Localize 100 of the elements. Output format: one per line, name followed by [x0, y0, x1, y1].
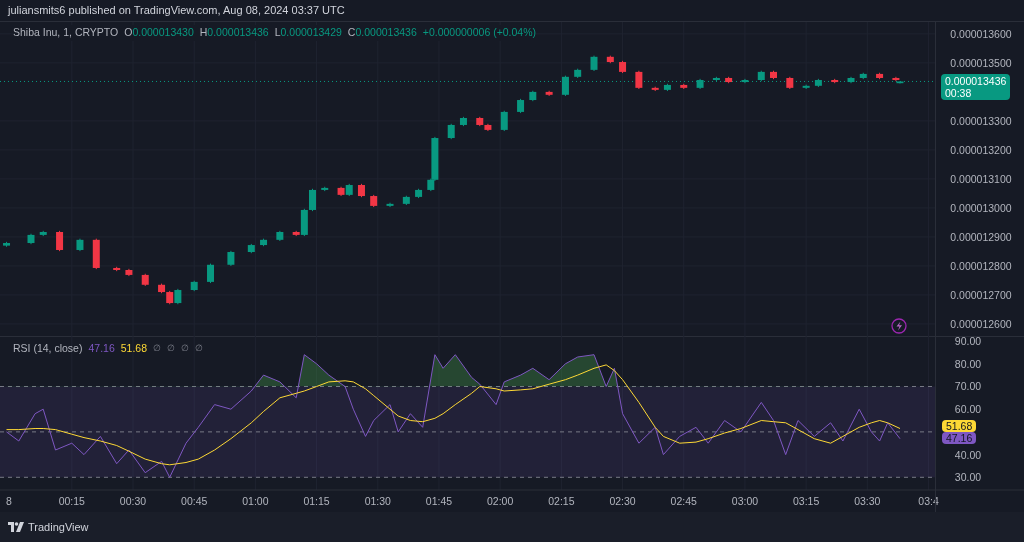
- time-axis-label: 02:00: [487, 495, 514, 507]
- rsi-value: 47.16: [88, 341, 115, 356]
- change-value: +0.000000006 (+0.04%): [422, 25, 537, 40]
- time-axis-label: 00:45: [181, 495, 208, 507]
- candlestick: [635, 70, 643, 90]
- empty-value-symbol: ∅: [167, 342, 175, 356]
- ohlc-value: 0.000013429: [280, 25, 342, 40]
- empty-value-symbol: ∅: [181, 342, 189, 356]
- candlestick: [725, 76, 733, 84]
- rsi-axis-label: 70.00: [954, 380, 982, 393]
- price-axis-label: 0.000013500: [950, 56, 1012, 69]
- rsi-axis-label: 40.00: [954, 448, 982, 461]
- candlestick: [260, 238, 268, 247]
- candlestick: [113, 266, 121, 272]
- candlestick: [447, 123, 455, 140]
- candlestick: [663, 83, 671, 92]
- candlestick: [561, 75, 569, 97]
- candlestick: [125, 268, 133, 277]
- brand-logo-icon: [8, 522, 24, 532]
- candlestick: [696, 78, 704, 90]
- candlestick: [321, 186, 329, 192]
- symbol-label: Shiba Inu, 1, CRYPTO: [13, 25, 119, 40]
- candlestick: [415, 188, 423, 199]
- time-axis-label: 02:30: [609, 495, 636, 507]
- time-axis-label: 03:4: [918, 495, 939, 507]
- candlestick: [590, 55, 598, 72]
- time-axis-label: 02:45: [670, 495, 697, 507]
- rsi-axis-label: 60.00: [954, 403, 982, 416]
- candlestick: [574, 68, 582, 79]
- candlestick: [370, 194, 378, 208]
- candlestick: [92, 238, 100, 270]
- lightning-icon: [891, 318, 907, 334]
- empty-value-symbol: ∅: [195, 342, 203, 356]
- candlestick: [190, 280, 198, 292]
- candlestick: [276, 230, 284, 242]
- candlestick: [357, 183, 365, 198]
- time-axis-label: 00:15: [58, 495, 85, 507]
- candlestick: [141, 273, 149, 287]
- candlestick: [545, 90, 553, 97]
- time-axis-label: 01:00: [242, 495, 269, 507]
- time-axis-label: 03:30: [854, 495, 881, 507]
- candlestick: [76, 238, 84, 252]
- candlestick: [619, 60, 627, 74]
- price-axis-label: 0.000013600: [950, 27, 1012, 40]
- candlestick: [712, 76, 720, 82]
- time-axis-label: 03:15: [793, 495, 820, 507]
- price-label: 0.000013436: [945, 75, 1007, 88]
- price-axis-label: 0.000012600: [950, 317, 1012, 330]
- rsi-title: RSI (14, close): [13, 341, 83, 356]
- date-label: 8: [6, 495, 12, 507]
- ohlc-key: H: [199, 25, 208, 41]
- time-axis-label: 01:45: [425, 495, 453, 507]
- time-axis-label: 00:30: [119, 495, 147, 507]
- candlestick: [39, 230, 47, 237]
- rsi-value-badge: 51.68: [942, 419, 977, 432]
- candlestick: [207, 263, 214, 284]
- rsi-axis-label: 90.00: [954, 337, 982, 348]
- time-axis-label: 01:30: [364, 495, 391, 507]
- price-axis-label: 0.000012700: [950, 288, 1012, 301]
- candlestick: [847, 76, 855, 84]
- price-axis-label: 0.000012800: [950, 259, 1012, 272]
- candlestick: [876, 72, 884, 80]
- candlestick: [3, 241, 11, 248]
- rsi-axis-label: 80.00: [954, 357, 982, 370]
- candlestick: [802, 84, 810, 90]
- price-axis-label: 0.000013300: [950, 114, 1012, 127]
- price-axis-label: 0.000013200: [950, 143, 1012, 156]
- candlestick: [831, 78, 839, 84]
- price-axis-label: 0.000013000: [950, 201, 1012, 214]
- candlestick: [680, 83, 688, 90]
- time-axis-label: 03:00: [731, 495, 759, 507]
- ohlc-key: O: [124, 25, 133, 41]
- candlestick: [56, 230, 64, 252]
- price-axis-label: 0.000013100: [950, 172, 1012, 185]
- ohlc-value: 0.000013430: [132, 25, 194, 40]
- candlestick: [459, 116, 467, 127]
- ohlc-key: L: [274, 25, 281, 41]
- candlestick: [786, 76, 794, 90]
- candlestick: [227, 250, 235, 267]
- candlestick: [386, 202, 394, 208]
- time-axis-label: 01:15: [303, 495, 330, 507]
- candlestick: [402, 195, 410, 206]
- candlestick: [859, 72, 867, 80]
- ohlc-value: 0.000013436: [207, 25, 269, 40]
- price-axis-label: 0.000012900: [950, 230, 1012, 243]
- ohlc-value: 0.000013436: [355, 25, 417, 40]
- candlestick: [529, 90, 537, 102]
- ohlc-key: C: [347, 25, 356, 41]
- candlestick: [757, 70, 765, 82]
- candlestick: [517, 98, 525, 114]
- candlestick: [651, 86, 659, 92]
- candlestick: [500, 110, 508, 132]
- empty-value-symbol: ∅: [153, 342, 161, 356]
- candlestick: [770, 70, 777, 80]
- candlestick: [247, 243, 255, 254]
- candlestick: [814, 78, 822, 88]
- publisher-caption: juliansmits6 published on TradingView.com, Aug 08, 2024 03:37 UTC: [8, 3, 345, 19]
- countdown-label: 00:38: [945, 87, 973, 100]
- ma-value: 51.68: [120, 341, 147, 356]
- brand-name: TradingView: [28, 519, 89, 535]
